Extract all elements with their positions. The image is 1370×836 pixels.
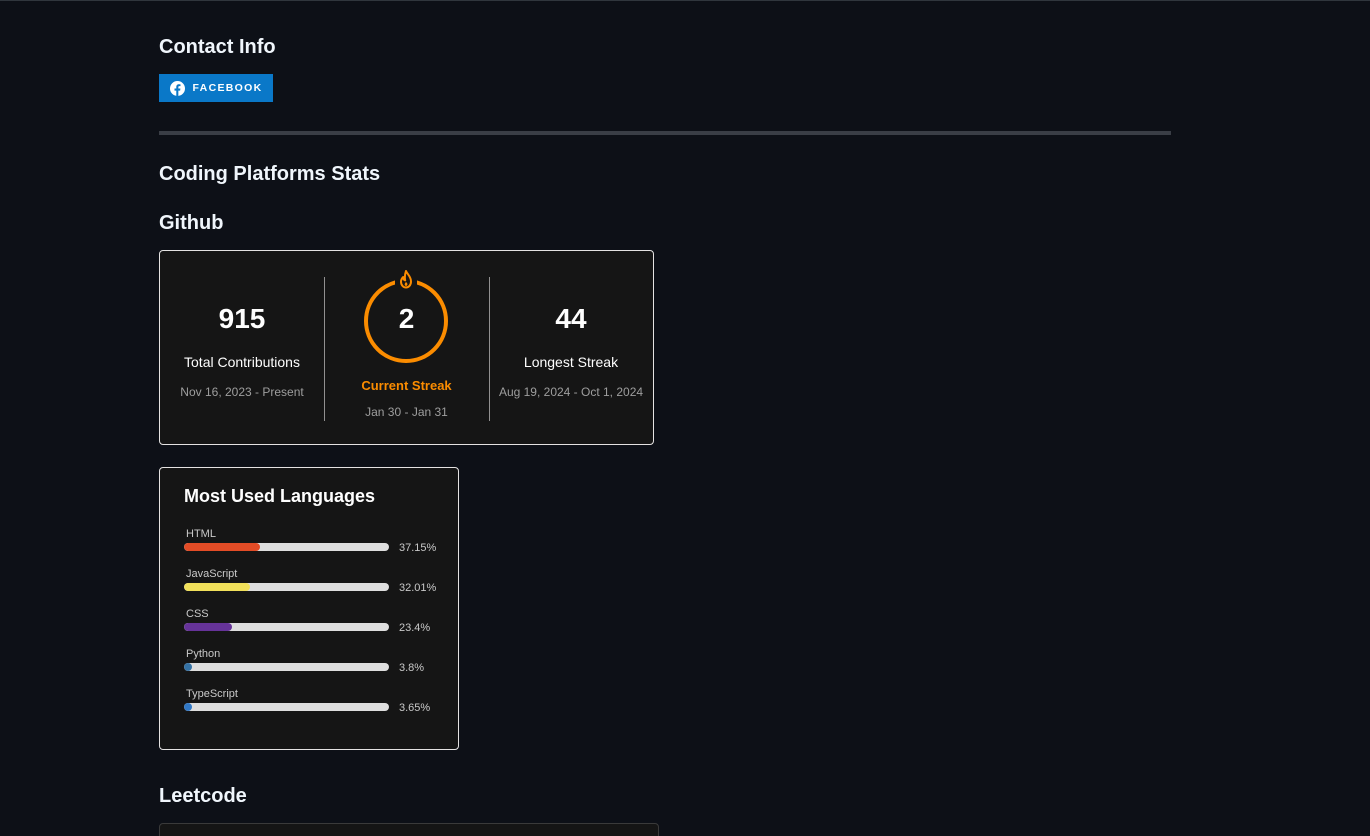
leetcode-heading: Leetcode — [159, 785, 247, 807]
total-contributions-value: 915 — [218, 303, 266, 334]
section-divider — [159, 131, 1171, 135]
language-item: TypeScript 3.65% — [184, 688, 454, 724]
total-contributions-range: Nov 16, 2023 - Present — [180, 385, 304, 399]
current-streak-label: Current Streak — [361, 378, 452, 393]
language-percent: 37.15% — [399, 542, 437, 554]
language-bar-fill — [184, 663, 193, 671]
longest-streak-value: 44 — [555, 303, 587, 334]
leetcode-stats-card — [159, 823, 659, 836]
language-name: Python — [186, 648, 221, 660]
language-percent: 32.01% — [399, 582, 437, 594]
longest-streak-stat: 44 Longest Streak Aug 19, 2024 - Oct 1, … — [489, 251, 653, 444]
language-item: Python 3.8% — [184, 648, 454, 684]
language-bar — [184, 543, 389, 551]
fire-icon — [400, 270, 412, 289]
language-percent: 23.4% — [399, 622, 431, 634]
language-bar — [184, 663, 389, 671]
language-item: CSS 23.4% — [184, 608, 454, 644]
language-name: CSS — [186, 608, 209, 620]
total-contributions-stat: 915 Total Contributions Nov 16, 2023 - P… — [160, 251, 324, 444]
language-name: TypeScript — [186, 688, 238, 700]
language-percent: 3.65% — [399, 702, 431, 714]
language-bar-fill — [184, 703, 193, 711]
coding-stats-heading: Coding Platforms Stats — [159, 163, 381, 185]
language-bar — [184, 623, 389, 631]
current-streak-range: Jan 30 - Jan 31 — [365, 405, 448, 419]
current-streak-stat: 2 Current Streak Jan 30 - Jan 31 — [324, 251, 489, 444]
github-streak-card: 915 Total Contributions Nov 16, 2023 - P… — [159, 250, 654, 445]
github-heading: Github — [159, 212, 224, 234]
current-streak-value: 2 — [398, 303, 415, 334]
language-bar-fill — [184, 623, 232, 631]
contact-info-heading: Contact Info — [159, 36, 276, 58]
total-contributions-label: Total Contributions — [184, 354, 300, 370]
longest-streak-label: Longest Streak — [523, 354, 619, 370]
language-bar-fill — [184, 583, 250, 591]
language-item: JavaScript 32.01% — [184, 568, 454, 604]
facebook-button-label: FACEBOOK — [192, 82, 263, 94]
languages-title: Most Used Languages — [184, 486, 376, 506]
language-name: HTML — [186, 528, 216, 540]
facebook-icon — [169, 80, 185, 96]
language-bar — [184, 583, 389, 591]
language-bar-fill — [184, 543, 261, 551]
language-name: JavaScript — [186, 568, 238, 580]
language-percent: 3.8% — [399, 662, 425, 674]
language-item: HTML 37.15% — [184, 528, 454, 564]
fire-icon-wrap — [395, 270, 417, 292]
languages-card: Most Used Languages HTML 37.15% JavaScri… — [159, 467, 459, 750]
language-bar — [184, 703, 389, 711]
longest-streak-range: Aug 19, 2024 - Oct 1, 2024 — [498, 385, 644, 399]
facebook-button[interactable]: FACEBOOK — [159, 74, 273, 102]
